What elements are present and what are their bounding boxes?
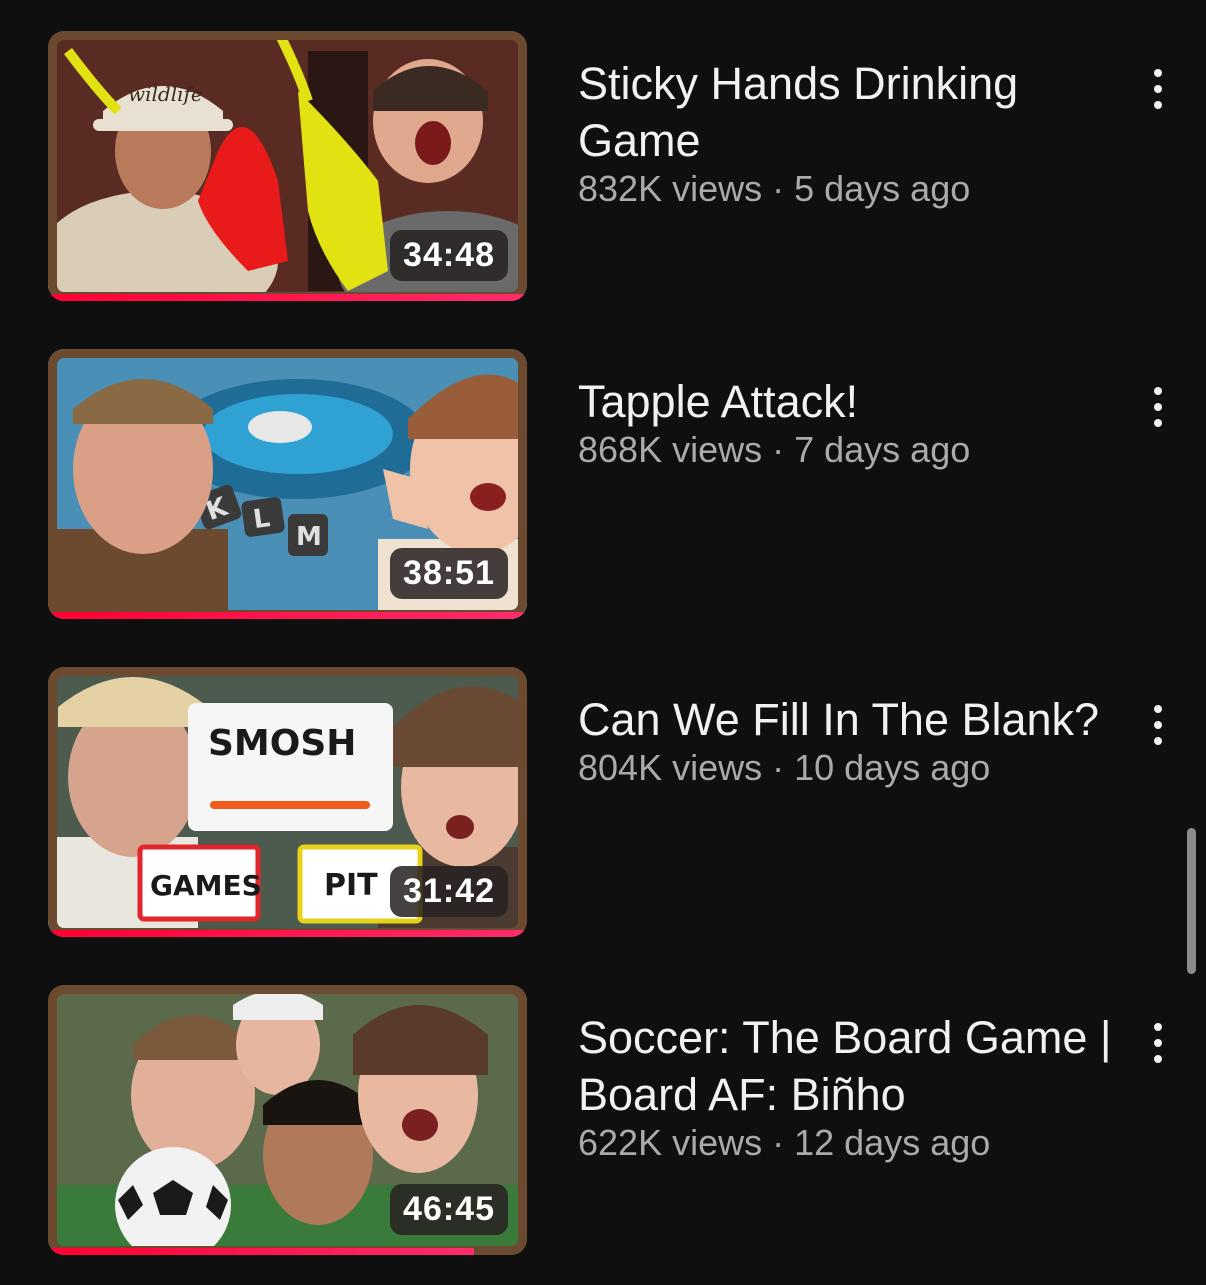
- view-count: 868K views: [578, 429, 763, 470]
- separator: ·: [762, 1122, 795, 1163]
- separator: ·: [762, 747, 795, 788]
- thumb-board-text: SMOSH: [208, 723, 356, 764]
- video-thumbnail[interactable]: wildlife 34:48: [48, 31, 527, 301]
- upload-age: 12 days ago: [794, 1122, 991, 1163]
- video-thumbnail[interactable]: 46:45: [48, 985, 527, 1255]
- watch-progress-bar: [48, 930, 527, 937]
- upload-age: 5 days ago: [794, 168, 971, 209]
- duration-badge: 38:51: [390, 548, 508, 599]
- upload-age: 7 days ago: [794, 429, 971, 470]
- duration-badge: 31:42: [390, 866, 508, 917]
- video-title[interactable]: Can We Fill In The Blank?: [578, 691, 1118, 748]
- watch-progress-bar: [48, 612, 527, 619]
- video-stats: 868K views · 7 days ago: [578, 430, 1118, 470]
- separator: ·: [762, 168, 795, 209]
- video-title[interactable]: Tapple Attack!: [578, 373, 1118, 430]
- upload-age: 10 days ago: [794, 747, 991, 788]
- more-vert-icon[interactable]: [1140, 69, 1176, 109]
- video-thumbnail[interactable]: K L M 38:51: [48, 349, 527, 619]
- video-stats: 804K views · 10 days ago: [578, 748, 1118, 788]
- more-vert-icon[interactable]: [1140, 705, 1176, 745]
- video-thumbnail[interactable]: SMOSH GAMES PIT 31:42: [48, 667, 527, 937]
- thumb-card-text: PIT: [324, 868, 378, 903]
- scrollbar[interactable]: [1187, 828, 1196, 974]
- video-title[interactable]: Soccer: The Board Game | Board AF: Biñho: [578, 1009, 1118, 1123]
- view-count: 622K views: [578, 1122, 763, 1163]
- thumb-card-text: GAMES: [150, 869, 262, 902]
- thumb-cap-text: wildlife: [128, 82, 203, 106]
- view-count: 832K views: [578, 168, 763, 209]
- video-item[interactable]: K L M 38:51 Tapple Attack! 868K views · …: [0, 349, 1206, 649]
- view-count: 804K views: [578, 747, 763, 788]
- more-vert-icon[interactable]: [1140, 1023, 1176, 1063]
- watch-progress-bar: [48, 1248, 475, 1255]
- video-item[interactable]: wildlife 34:48 Sticky Hands Drinking Gam…: [0, 31, 1206, 331]
- video-item[interactable]: 46:45 Soccer: The Board Game | Board AF:…: [0, 985, 1206, 1285]
- watch-progress-bar: [48, 294, 527, 301]
- thumb-tile-letter: M: [296, 522, 322, 552]
- duration-badge: 34:48: [390, 230, 508, 281]
- video-meta[interactable]: Can We Fill In The Blank? 804K views · 1…: [578, 691, 1118, 788]
- duration-badge: 46:45: [390, 1184, 508, 1235]
- video-meta[interactable]: Tapple Attack! 868K views · 7 days ago: [578, 373, 1118, 470]
- video-item[interactable]: SMOSH GAMES PIT 31:42 Can We Fill In The…: [0, 667, 1206, 967]
- video-list: wildlife 34:48 Sticky Hands Drinking Gam…: [0, 0, 1206, 1285]
- video-title[interactable]: Sticky Hands Drinking Game: [578, 55, 1118, 169]
- video-stats: 622K views · 12 days ago: [578, 1123, 1118, 1163]
- video-meta[interactable]: Sticky Hands Drinking Game 832K views · …: [578, 55, 1118, 209]
- more-vert-icon[interactable]: [1140, 387, 1176, 427]
- video-stats: 832K views · 5 days ago: [578, 169, 1118, 209]
- video-meta[interactable]: Soccer: The Board Game | Board AF: Biñho…: [578, 1009, 1118, 1163]
- separator: ·: [762, 429, 795, 470]
